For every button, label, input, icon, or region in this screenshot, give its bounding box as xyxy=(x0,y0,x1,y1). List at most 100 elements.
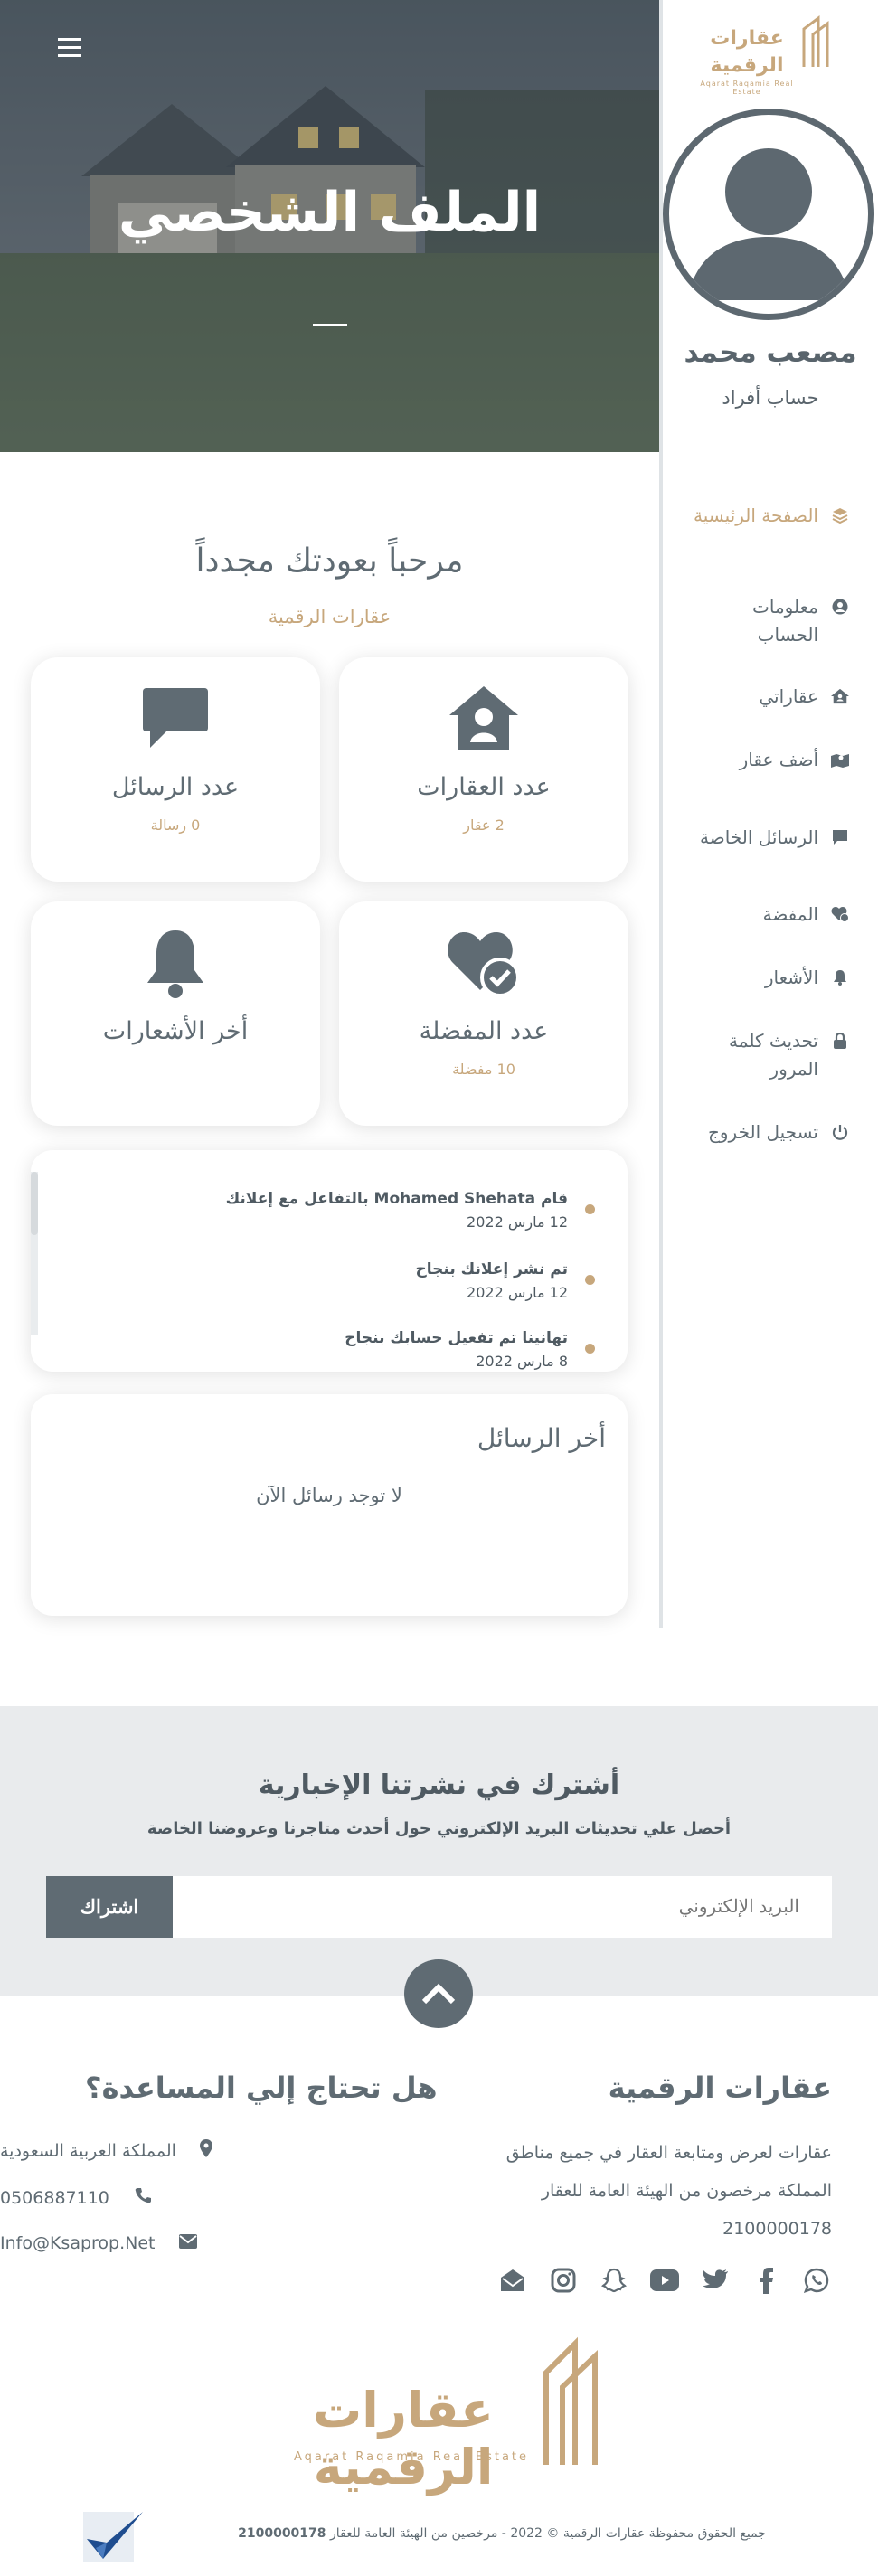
social-links xyxy=(497,2265,832,2296)
sidebar-item-label: أضف عقار xyxy=(739,749,818,770)
page-title: الملف الشخصي xyxy=(118,181,542,244)
latest-notifications-card[interactable]: أخر الأشعارات xyxy=(31,901,320,1126)
card-title: أخر الأشعارات xyxy=(102,1017,249,1045)
whatsapp-icon[interactable] xyxy=(801,2265,832,2296)
facebook-icon[interactable] xyxy=(751,2265,781,2296)
title-divider xyxy=(313,324,347,326)
subscribe-button[interactable]: اشتراك xyxy=(46,1876,173,1938)
twitter-icon[interactable] xyxy=(700,2265,731,2296)
notification-text: قام Mohamed Shehata بالتفاعل مع إعلانك xyxy=(225,1190,568,1208)
latest-messages-card: أخر الرسائل لا توجد رسائل الآن xyxy=(31,1394,628,1616)
empty-message: لا توجد رسائل الآن xyxy=(256,1485,402,1506)
notifications-list[interactable]: قام Mohamed Shehata بالتفاعل مع إعلانك 1… xyxy=(31,1150,628,1372)
copyright-text: جميع الحقوق محفوظة عقارات الرقمية © 2022… xyxy=(238,2526,766,2541)
logo-text: عقارات الرقمية xyxy=(710,27,784,77)
snapchat-icon[interactable] xyxy=(599,2265,629,2296)
user-silhouette-icon xyxy=(687,148,850,300)
bullet-dot xyxy=(585,1275,595,1285)
sidebar-logo[interactable]: عقارات الرقمية Aqarat Raqamia Real Estat… xyxy=(700,13,836,96)
sidebar-item-label: تسجيل الخروج xyxy=(707,1121,818,1143)
sidebar: عقارات الرقمية Aqarat Raqamia Real Estat… xyxy=(659,0,878,1628)
sidebar-item-change-password[interactable]: تحديث كلمة المرور xyxy=(692,1027,849,1083)
sidebar-item-label: معلومات الحساب xyxy=(752,596,818,646)
contact-phone[interactable]: 0506887110 xyxy=(0,2186,387,2209)
footer-brand-desc: عقارات لعرض ومتابعة العقار في جميع مناطق… xyxy=(505,2143,832,2239)
house-user-icon xyxy=(449,686,518,750)
sidebar-item-label: الصفحة الرئيسية xyxy=(694,505,818,526)
sidebar-item-logout[interactable]: تسجيل الخروج xyxy=(692,1118,849,1146)
list-item[interactable]: تهانينا تم تفعيل حسابك بنجاح 8 مارس 2022 xyxy=(345,1329,595,1370)
newsletter-subtitle: أحصل علي تحديثات البريد الإلكتروني حول أ… xyxy=(146,1819,732,1838)
sidebar-item-home[interactable]: الصفحة الرئيسية xyxy=(692,502,849,530)
map-marker-icon xyxy=(199,2139,212,2162)
bullet-dot xyxy=(585,1204,595,1214)
contact-text: المملكة العربية السعودية xyxy=(0,2140,176,2161)
contact-email[interactable]: Info@Ksaprop.Net xyxy=(0,2233,387,2253)
logo-tagline: Aqarat Raqamia Real Estate xyxy=(293,2450,530,2464)
sidebar-item-notifications[interactable]: الأشعار xyxy=(692,964,849,992)
messages-count-card[interactable]: عدد الرسائل 0 رسالة xyxy=(31,657,320,882)
avatar[interactable] xyxy=(663,109,874,320)
sidebar-item-account-info[interactable]: معلومات الحساب xyxy=(692,593,849,649)
list-item[interactable]: تم نشر إعلانك بنجاح 12 مارس 2022 xyxy=(415,1260,595,1301)
profile-page: الملف الشخصي عقارات الرقمية Aqarat Raqam… xyxy=(0,0,878,2576)
welcome-title: مرحباً بعودتك مجدداً xyxy=(195,543,464,580)
heart-check-icon xyxy=(448,932,520,997)
hero-banner: الملف الشخصي xyxy=(0,0,659,452)
scroll-to-top-button[interactable] xyxy=(404,1959,473,2028)
card-value: 0 رسالة xyxy=(150,816,201,834)
scrollbar-thumb[interactable] xyxy=(31,1172,38,1235)
user-circle-icon xyxy=(831,593,849,620)
sidebar-item-add-property[interactable]: أضف عقار xyxy=(692,746,849,774)
contact-text: 0506887110 xyxy=(0,2187,109,2208)
account-type: حساب أفراد xyxy=(722,387,819,409)
bullet-dot xyxy=(585,1344,595,1354)
sidebar-item-label: تحديث كلمة المرور xyxy=(729,1030,818,1080)
card-value: 2 عقار xyxy=(463,816,505,834)
house-user-icon xyxy=(831,683,849,710)
notification-date: 8 مارس 2022 xyxy=(476,1353,568,1370)
sidebar-item-label: الرسائل الخاصة xyxy=(700,826,818,848)
footer-logo[interactable]: عقارات الرقمية Aqarat Raqamia Real Estat… xyxy=(268,2335,611,2496)
user-name: مصعب محمد xyxy=(684,336,857,369)
sidebar-item-label: المفضة xyxy=(762,903,818,925)
email-field[interactable] xyxy=(172,1876,832,1938)
contact-text: Info@Ksaprop.Net xyxy=(0,2233,156,2253)
bell-icon xyxy=(831,964,849,991)
properties-count-card[interactable]: عدد العقارات 2 عقار xyxy=(339,657,628,882)
notification-date: 12 مارس 2022 xyxy=(467,1213,568,1231)
notification-date: 12 مارس 2022 xyxy=(467,1284,568,1301)
notification-text: تهانينا تم تفعيل حسابك بنجاح xyxy=(345,1329,568,1347)
chevron-up-icon xyxy=(421,1983,456,2005)
favorites-count-card[interactable]: عدد المفضلة 10 مفضلة xyxy=(339,901,628,1126)
envelope-icon xyxy=(178,2233,197,2253)
sidebar-item-favorites[interactable]: المفضة xyxy=(692,901,849,929)
notification-text: تم نشر إعلانك بنجاح xyxy=(415,1260,569,1279)
sidebar-item-label: عقاراتي xyxy=(759,685,818,707)
card-title: عدد الرسائل xyxy=(111,773,240,801)
logo-tagline: Aqarat Raqamia Real Estate xyxy=(700,80,794,96)
logo-building-icon xyxy=(802,15,829,67)
layers-icon xyxy=(831,502,849,529)
footer-help-title: هل تحتاج إلي المساعدة؟ xyxy=(85,2071,438,2105)
power-icon xyxy=(831,1118,849,1146)
youtube-icon[interactable] xyxy=(649,2265,680,2296)
sidebar-item-private-messages[interactable]: الرسائل الخاصة xyxy=(692,824,849,852)
list-item[interactable]: قام Mohamed Shehata بالتفاعل مع إعلانك 1… xyxy=(225,1190,595,1231)
map-marked-icon xyxy=(831,746,849,773)
logo-text: عقارات الرقمية xyxy=(313,2382,494,2496)
heart-check-icon xyxy=(831,901,849,928)
lock-icon xyxy=(831,1027,849,1054)
sidebar-item-my-properties[interactable]: عقاراتي xyxy=(692,683,849,711)
phone-icon xyxy=(133,2186,153,2209)
mail-open-icon[interactable] xyxy=(497,2265,528,2296)
verified-badge[interactable] xyxy=(81,2506,146,2566)
newsletter-section: أشترك في نشرتنا الإخبارية أحصل علي تحديث… xyxy=(0,1706,878,1996)
checkmark-badge-icon xyxy=(83,2512,143,2562)
menu-toggle-icon[interactable] xyxy=(58,38,81,60)
card-title: عدد العقارات xyxy=(417,773,551,801)
instagram-icon[interactable] xyxy=(548,2265,579,2296)
newsletter-title: أشترك في نشرتنا الإخبارية xyxy=(258,1769,620,1801)
card-value: 10 مفضلة xyxy=(452,1061,515,1078)
message-icon xyxy=(143,688,208,748)
